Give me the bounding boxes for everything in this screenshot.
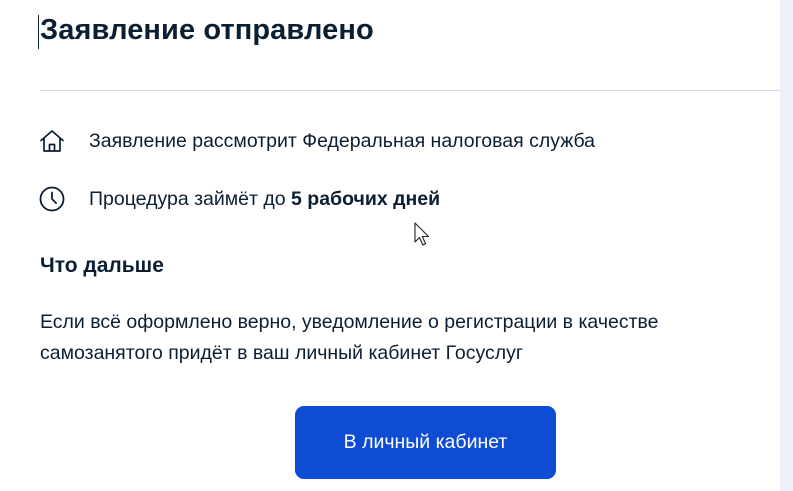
duration-info-row: Процедура займёт до 5 рабочих дней xyxy=(37,183,440,215)
agency-info-text: Заявление рассмотрит Федеральная налогов… xyxy=(89,129,596,152)
clock-icon xyxy=(37,184,67,214)
mouse-pointer-icon xyxy=(414,222,430,246)
next-steps-text: Если всё оформлено верно, уведомление о … xyxy=(40,311,659,364)
home-icon xyxy=(37,126,67,156)
result-card: Заявление отправлено Заявление рассмотри… xyxy=(0,0,780,491)
divider xyxy=(40,90,780,91)
duration-prefix: Процедура займёт до xyxy=(89,187,292,210)
personal-cabinet-button[interactable]: В личный кабинет xyxy=(295,406,556,479)
page-title: Заявление отправлено xyxy=(40,14,374,46)
text-caret xyxy=(38,15,39,49)
duration-value: 5 рабочих дней xyxy=(291,187,441,210)
next-steps-title: Что дальше xyxy=(40,254,164,277)
agency-info-row: Заявление рассмотрит Федеральная налогов… xyxy=(37,125,595,157)
duration-info-text: Процедура займёт до 5 рабочих дней xyxy=(89,188,440,211)
